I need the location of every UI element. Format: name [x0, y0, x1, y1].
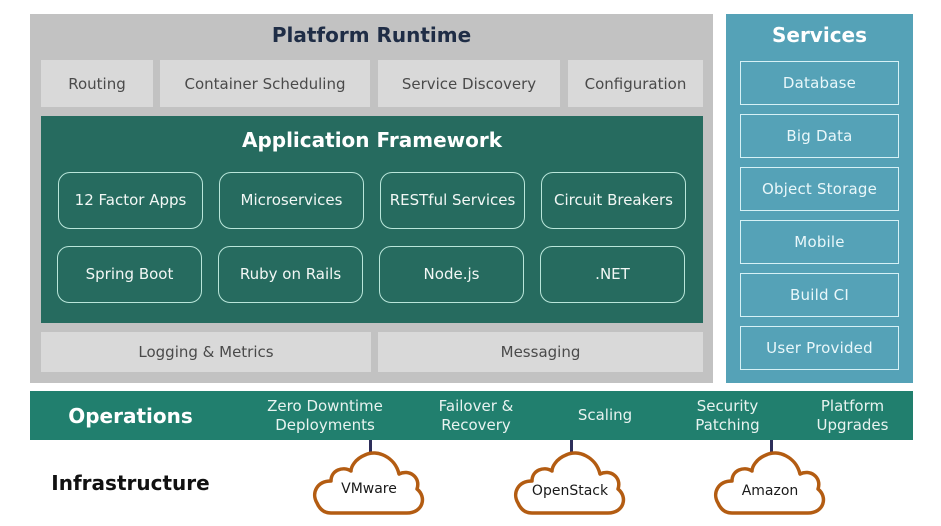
framework-item-nodejs[interactable]: Node.js [379, 246, 524, 303]
runtime-tile-container-scheduling[interactable]: Container Scheduling [160, 60, 370, 107]
runtime-tile-logging-metrics[interactable]: Logging & Metrics [41, 332, 371, 372]
framework-item-spring-boot[interactable]: Spring Boot [57, 246, 202, 303]
cloud-label: Amazon [741, 483, 799, 499]
framework-item-circuit-breakers[interactable]: Circuit Breakers [541, 172, 686, 229]
service-item-database[interactable]: Database [740, 61, 899, 105]
cloud-openstack[interactable]: OpenStack [510, 449, 630, 517]
application-framework-title: Application Framework [241, 128, 503, 152]
framework-item-ruby-on-rails[interactable]: Ruby on Rails [218, 246, 363, 303]
runtime-tile-configuration[interactable]: Configuration [568, 60, 703, 107]
cloud-amazon[interactable]: Amazon [710, 449, 830, 517]
cloud-label: OpenStack [531, 483, 609, 499]
operations-item-security-patching[interactable]: Security Patching [680, 391, 775, 440]
framework-item-microservices[interactable]: Microservices [219, 172, 364, 229]
framework-item-restful-services[interactable]: RESTful Services [380, 172, 525, 229]
operations-item-platform-upgrades[interactable]: Platform Upgrades [800, 391, 905, 440]
framework-item-dotnet[interactable]: .NET [540, 246, 685, 303]
platform-runtime-title: Platform Runtime [271, 23, 472, 47]
framework-item-12-factor-apps[interactable]: 12 Factor Apps [58, 172, 203, 229]
service-item-mobile[interactable]: Mobile [740, 220, 899, 264]
runtime-tile-messaging[interactable]: Messaging [378, 332, 703, 372]
operations-item-failover-recovery[interactable]: Failover & Recovery [420, 391, 532, 440]
service-item-big-data[interactable]: Big Data [740, 114, 899, 158]
services-title: Services [771, 23, 868, 47]
cloud-vmware[interactable]: VMware [309, 449, 429, 517]
operations-title: Operations [68, 403, 193, 428]
service-item-object-storage[interactable]: Object Storage [740, 167, 899, 211]
operations-item-scaling[interactable]: Scaling [560, 391, 650, 440]
infrastructure-title: Infrastructure [51, 471, 210, 495]
cloud-label: VMware [341, 481, 397, 497]
service-item-user-provided[interactable]: User Provided [740, 326, 899, 370]
runtime-tile-routing[interactable]: Routing [41, 60, 153, 107]
runtime-tile-service-discovery[interactable]: Service Discovery [378, 60, 560, 107]
service-item-build-ci[interactable]: Build CI [740, 273, 899, 317]
operations-item-zero-downtime-deployments[interactable]: Zero Downtime Deployments [245, 391, 405, 440]
